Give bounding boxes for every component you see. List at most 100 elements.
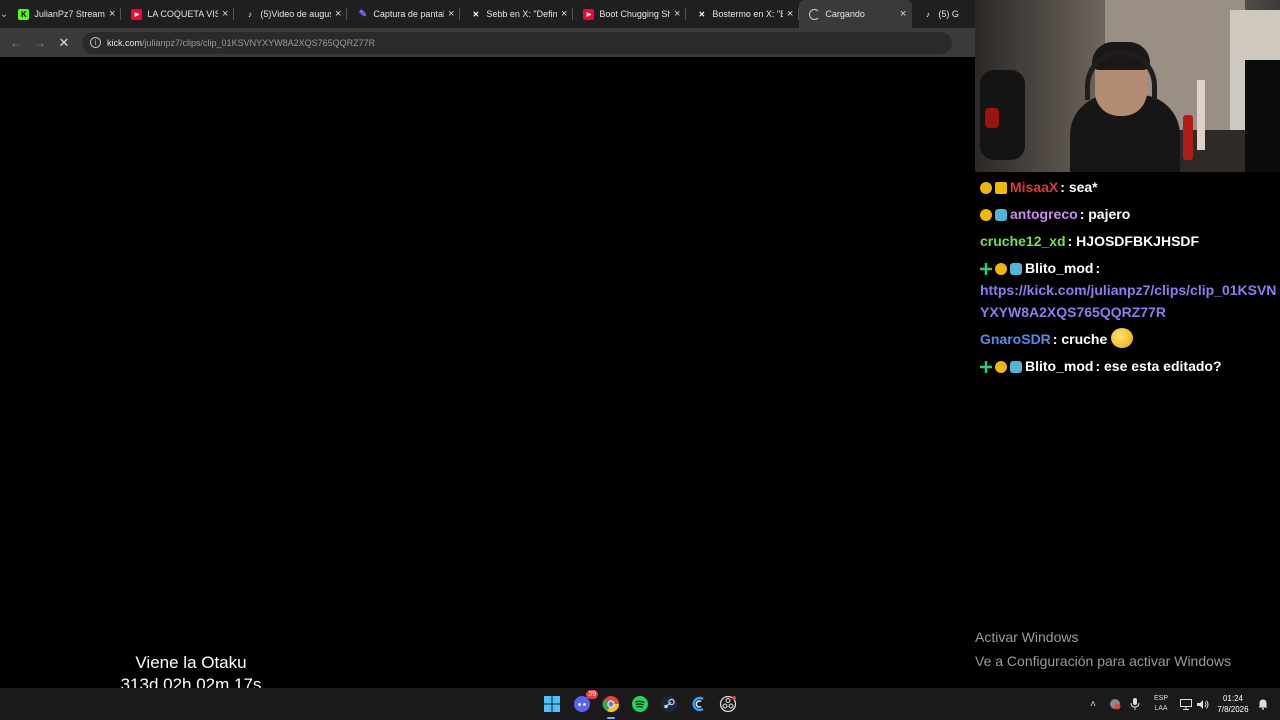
chat-username[interactable]: Blito_mod bbox=[1025, 358, 1093, 374]
notifications-button[interactable] bbox=[1256, 688, 1270, 720]
keyboard-layout-code: LAA bbox=[1154, 705, 1168, 712]
browser-tab[interactable]: ▶ Boot Chugging Sh × bbox=[573, 0, 687, 28]
chat-text: HJOSDFBKJHSDF bbox=[1076, 233, 1200, 249]
chat-username[interactable]: MisaaX bbox=[1010, 179, 1058, 195]
kick-icon: K bbox=[18, 8, 30, 20]
tab-close-icon[interactable]: × bbox=[674, 8, 680, 20]
tray-app-button[interactable] bbox=[1106, 688, 1124, 720]
input-language-indicator[interactable]: ESP LAA bbox=[1148, 694, 1174, 714]
youtube-icon: ▶ bbox=[583, 8, 595, 20]
pen-icon: ✎ bbox=[358, 8, 368, 20]
back-button[interactable]: ← bbox=[4, 31, 28, 55]
chat-message: MisaaX: sea* bbox=[980, 176, 1280, 198]
address-bar[interactable]: i kick.com/julianpz7/clips/clip_01KSVNYX… bbox=[82, 31, 952, 54]
forward-arrow-icon: → bbox=[34, 35, 46, 50]
chat-username[interactable]: antogreco bbox=[1010, 206, 1078, 222]
sub-badge-icon bbox=[995, 361, 1007, 373]
chat-text: sea* bbox=[1068, 179, 1098, 195]
windows-activation-watermark: Activar Windows Ve a Configuración para … bbox=[975, 625, 1231, 673]
steam-taskbar-button[interactable] bbox=[658, 693, 680, 715]
chat-separator: : bbox=[1067, 233, 1077, 249]
clock[interactable]: 01:24 7/8/2026 bbox=[1212, 693, 1254, 715]
chat-message: Blito_mod: ese esta editado? bbox=[980, 355, 1280, 377]
language-code: ESP bbox=[1153, 695, 1168, 702]
browser-tab[interactable]: ♪ (5)Video de augus × bbox=[234, 0, 348, 28]
discord-notification-badge: 39 bbox=[586, 690, 598, 699]
chat-text: cruche bbox=[1061, 331, 1108, 347]
sub-badge-icon bbox=[980, 182, 992, 194]
forward-button[interactable]: → bbox=[28, 31, 52, 55]
chrome-icon bbox=[602, 696, 620, 713]
chat-username[interactable]: cruche12_xd bbox=[980, 233, 1066, 249]
gift-badge-icon bbox=[1010, 361, 1022, 373]
site-info-icon[interactable]: i bbox=[90, 37, 101, 48]
microphone-icon bbox=[1130, 698, 1140, 710]
tab-title: LA COQUETA VISIT bbox=[147, 9, 218, 19]
chat-username[interactable]: GnaroSDR bbox=[980, 331, 1051, 347]
thinking-emote-icon bbox=[1111, 328, 1134, 348]
tab-strip: ⌄ K JulianPz7 Stream - × ▶ LA COQUETA VISIT ×… bbox=[0, 0, 1026, 28]
gift-badge-icon bbox=[1010, 263, 1022, 275]
chat-separator: : bbox=[1095, 260, 1101, 276]
chat-separator: : bbox=[1060, 179, 1069, 195]
clock-time: 01:24 bbox=[1222, 694, 1244, 703]
tab-close-icon[interactable]: × bbox=[222, 8, 228, 20]
tab-close-icon[interactable]: × bbox=[448, 8, 454, 20]
chat-username[interactable]: Blito_mod bbox=[1025, 260, 1093, 276]
browser-tab[interactable]: ✎ Captura de pantall × bbox=[347, 0, 461, 28]
chat-message: cruche12_xd: HJOSDFBKJHSDF bbox=[980, 230, 1280, 252]
screen: ⌄ K JulianPz7 Stream - × ▶ LA COQUETA VISIT ×… bbox=[0, 0, 1280, 720]
tab-close-icon[interactable]: × bbox=[335, 8, 341, 20]
tab-title: Captura de pantall bbox=[373, 9, 444, 19]
ccleaner-taskbar-button[interactable] bbox=[688, 693, 710, 715]
volume-button[interactable] bbox=[1195, 688, 1211, 720]
clock-date: 7/8/2026 bbox=[1217, 705, 1249, 714]
youtube-icon: ▶ bbox=[131, 8, 143, 20]
mod-badge-icon bbox=[980, 361, 992, 373]
browser-tab[interactable]: ✕ Sebb en X: "Defini × bbox=[460, 0, 574, 28]
show-hidden-icons-button[interactable]: ˄ bbox=[1085, 688, 1101, 720]
windows-start-icon bbox=[544, 696, 560, 712]
discord-taskbar-button[interactable]: 39 bbox=[571, 690, 598, 715]
obs-icon bbox=[719, 695, 737, 713]
browser-toolbar: ← → ✕ i kick.com/julianpz7/clips/clip_01… bbox=[0, 28, 975, 57]
chevron-up-icon: ˄ bbox=[1090, 698, 1096, 710]
url-path: /julianpz7/clips/clip_01KSVNYXYW8A2XQS76… bbox=[142, 37, 376, 48]
chat-text: pajero bbox=[1088, 206, 1131, 222]
gift-badge-icon bbox=[995, 209, 1007, 221]
browser-tab[interactable]: K JulianPz7 Stream - × bbox=[8, 0, 122, 28]
tab-close-icon[interactable]: × bbox=[787, 8, 793, 20]
obs-taskbar-button[interactable] bbox=[717, 693, 739, 715]
tab-close-icon[interactable]: × bbox=[109, 8, 115, 20]
mod-badge-icon bbox=[980, 263, 992, 275]
volume-icon bbox=[1197, 699, 1209, 709]
chat-text: ese esta editado? bbox=[1104, 358, 1222, 374]
tiktok-icon: ♪ bbox=[925, 9, 930, 19]
tray-app-icon bbox=[1110, 699, 1121, 710]
chat-link[interactable]: https://kick.com/julianpz7/clips/clip_01… bbox=[980, 282, 1276, 320]
microphone-button[interactable] bbox=[1127, 688, 1143, 720]
tab-search-button[interactable]: ⌄ bbox=[0, 0, 8, 28]
spotify-icon bbox=[632, 696, 648, 712]
tab-close-icon[interactable]: × bbox=[561, 8, 567, 20]
browser-tab[interactable]: Cargando × bbox=[799, 0, 913, 28]
browser-tab[interactable]: ▶ LA COQUETA VISIT × bbox=[121, 0, 235, 28]
network-button[interactable] bbox=[1178, 688, 1194, 720]
stop-loading-button[interactable]: ✕ bbox=[52, 31, 76, 55]
crown-badge-icon bbox=[995, 182, 1007, 194]
chat-message: GnaroSDR: cruche bbox=[980, 328, 1280, 350]
back-arrow-icon: ← bbox=[10, 35, 22, 50]
countdown-title: Viene la Otaku bbox=[135, 653, 247, 672]
tab-title: JulianPz7 Stream - bbox=[34, 9, 105, 19]
chat-message: antogreco: pajero bbox=[980, 203, 1280, 225]
loading-icon bbox=[809, 8, 821, 20]
windows-start-button[interactable] bbox=[541, 693, 563, 715]
tab-close-icon[interactable]: × bbox=[900, 8, 906, 20]
webcam-chair-detail bbox=[985, 108, 999, 128]
spotify-taskbar-button[interactable] bbox=[629, 693, 651, 715]
webcam-lamp bbox=[1197, 80, 1205, 150]
webcam-bottle bbox=[1183, 115, 1193, 160]
chrome-taskbar-button[interactable] bbox=[600, 693, 622, 719]
taskbar: 39 ˄ ESP LAA 01:24 7/8/2026 bbox=[0, 688, 1280, 720]
browser-tab[interactable]: ✕ Bostermo en X: "E × bbox=[686, 0, 800, 28]
